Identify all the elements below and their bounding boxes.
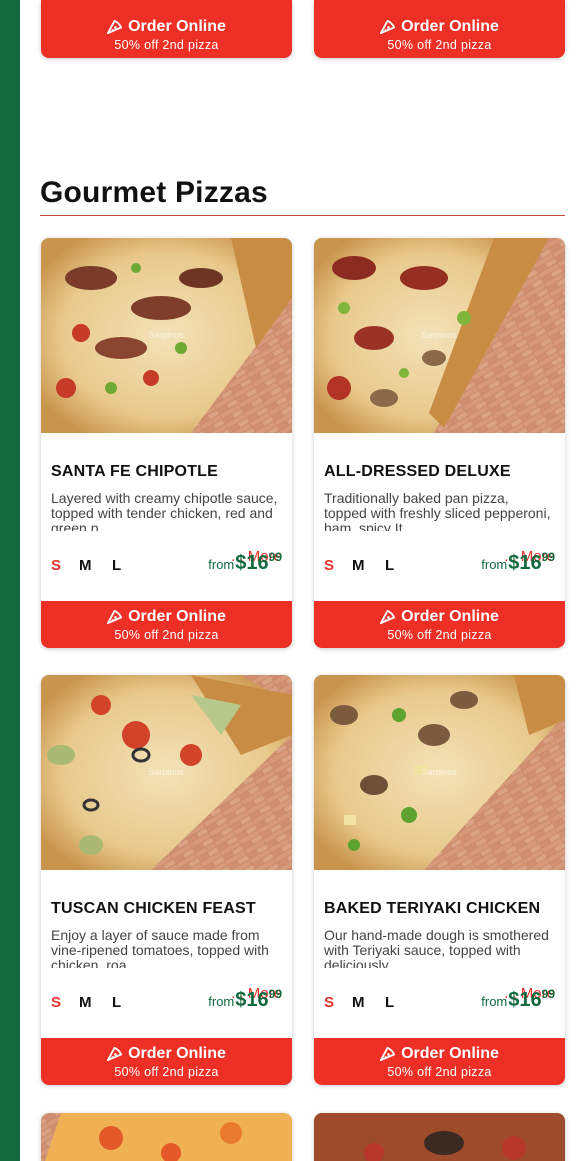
order-promo-text: 50% off 2nd pizza	[114, 38, 219, 52]
watermark-text: Sarpinos	[421, 330, 457, 340]
price-from-label: from	[208, 994, 235, 1009]
order-promo-text: 50% off 2nd pizza	[114, 628, 219, 642]
pizza-description: Enjoy a layer of sauce made from vine-ri…	[51, 928, 269, 968]
left-green-sidebar	[0, 0, 20, 1161]
price: from$1699	[208, 987, 282, 1012]
pizza-photo-partial[interactable]	[314, 1113, 565, 1161]
order-online-label: Order Online	[128, 608, 226, 625]
size-option-small[interactable]: S	[324, 557, 334, 574]
order-online-label: Order Online	[401, 1045, 499, 1062]
order-promo-text: 50% off 2nd pizza	[387, 1065, 492, 1079]
price: from$1699	[481, 987, 555, 1012]
pizza-card[interactable]: Sarpinos TUSCAN CHICKEN FEAST Enjoy a la…	[41, 675, 292, 1085]
order-online-button[interactable]: Order Online 50% off 2nd pizza	[41, 0, 292, 58]
size-option-small[interactable]: S	[51, 994, 61, 1011]
order-online-label: Order Online	[401, 608, 499, 625]
order-online-button[interactable]: Order Online 50% off 2nd pizza	[41, 601, 292, 648]
size-option-medium[interactable]: M	[352, 557, 365, 574]
pizza-slice-icon	[380, 610, 396, 624]
price-from-label: from	[481, 994, 508, 1009]
price-from-label: from	[208, 557, 235, 572]
pizza-title: TUSCAN CHICKEN FEAST	[51, 900, 256, 917]
order-online-label: Order Online	[128, 1045, 226, 1062]
watermark-text: Sarpinos	[421, 767, 457, 777]
pizza-slice-icon	[107, 610, 123, 624]
price-cents: 99	[541, 987, 555, 1001]
order-online-label: Order Online	[128, 18, 226, 35]
pizza-photo[interactable]: Sarpinos	[314, 675, 565, 870]
pizza-card[interactable]: Sarpinos BAKED TERIYAKI CHICKEN Our hand…	[314, 675, 565, 1085]
order-online-button[interactable]: Order Online 50% off 2nd pizza	[41, 1038, 292, 1085]
pizza-photo	[41, 1113, 292, 1161]
price-cents: 99	[541, 550, 555, 564]
pizza-photo-partial[interactable]	[41, 1113, 292, 1161]
size-option-medium[interactable]: M	[352, 994, 365, 1011]
pizza-slice-icon	[107, 1047, 123, 1061]
pizza-description: Layered with creamy chipotle sauce, topp…	[51, 491, 278, 531]
price: from$1699	[208, 550, 282, 575]
price: from$1699	[481, 550, 555, 575]
pizza-card[interactable]: Sarpinos ALL-DRESSED DELUXE Traditionall…	[314, 238, 565, 648]
size-option-medium[interactable]: M	[79, 557, 92, 574]
order-promo-text: 50% off 2nd pizza	[387, 628, 492, 642]
pizza-title: ALL-DRESSED DELUXE	[324, 463, 511, 480]
order-promo-text: 50% off 2nd pizza	[387, 38, 492, 52]
price-cents: 99	[268, 987, 282, 1001]
price-cents: 99	[268, 550, 282, 564]
pizza-description: Our hand-made dough is smothered with Te…	[324, 928, 549, 968]
price-dollars: $16	[508, 989, 542, 1011]
size-option-large[interactable]: L	[385, 557, 394, 574]
order-online-button[interactable]: Order Online 50% off 2nd pizza	[314, 1038, 565, 1085]
price-dollars: $16	[235, 552, 269, 574]
size-option-large[interactable]: L	[112, 557, 121, 574]
section-title: Gourmet Pizzas	[40, 176, 268, 209]
price-dollars: $16	[508, 552, 542, 574]
pizza-photo	[314, 1113, 565, 1161]
pizza-slice-icon	[107, 20, 123, 34]
order-promo-text: 50% off 2nd pizza	[114, 1065, 219, 1079]
pizza-description: Traditionally baked pan pizza, topped wi…	[324, 491, 551, 531]
pizza-card[interactable]: Sarpinos SANTA FE CHIPOTLE Layered with …	[41, 238, 292, 648]
order-online-button[interactable]: Order Online 50% off 2nd pizza	[314, 0, 565, 58]
pizza-slice-icon	[380, 20, 396, 34]
section-divider	[40, 215, 565, 216]
pizza-slice-icon	[380, 1047, 396, 1061]
pizza-photo[interactable]: Sarpinos	[41, 238, 292, 433]
watermark-text: Sarpinos	[148, 767, 184, 777]
size-option-large[interactable]: L	[112, 994, 121, 1011]
size-option-small[interactable]: S	[324, 994, 334, 1011]
order-online-label: Order Online	[401, 18, 499, 35]
pizza-title: BAKED TERIYAKI CHICKEN	[324, 900, 541, 917]
watermark-text: Sarpinos	[148, 330, 184, 340]
size-option-small[interactable]: S	[51, 557, 61, 574]
price-from-label: from	[481, 557, 508, 572]
pizza-title: SANTA FE CHIPOTLE	[51, 463, 218, 480]
pizza-photo[interactable]: Sarpinos	[41, 675, 292, 870]
pizza-photo[interactable]: Sarpinos	[314, 238, 565, 433]
price-dollars: $16	[235, 989, 269, 1011]
size-option-medium[interactable]: M	[79, 994, 92, 1011]
order-online-button[interactable]: Order Online 50% off 2nd pizza	[314, 601, 565, 648]
size-option-large[interactable]: L	[385, 994, 394, 1011]
